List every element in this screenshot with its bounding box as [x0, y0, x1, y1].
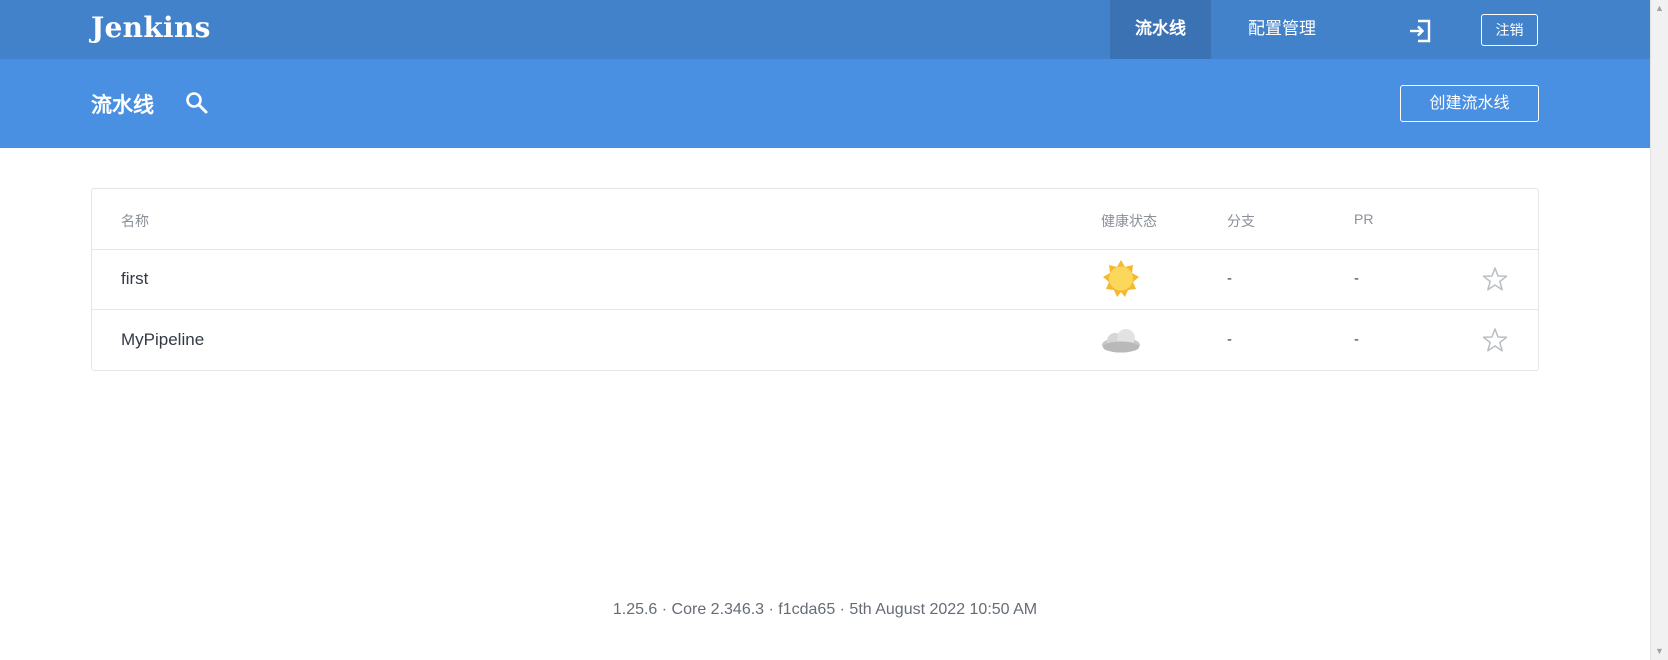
- pipeline-name[interactable]: MyPipeline: [121, 330, 204, 350]
- cloudy-weather-icon: [1102, 329, 1140, 353]
- column-header-branches[interactable]: 分支: [1227, 211, 1255, 231]
- table-row[interactable]: first - -: [92, 250, 1538, 310]
- column-header-name[interactable]: 名称: [121, 211, 149, 231]
- scroll-up-arrow-icon[interactable]: ▲: [1651, 0, 1668, 17]
- search-icon[interactable]: [184, 90, 210, 116]
- table-row[interactable]: MyPipeline - -: [92, 311, 1538, 371]
- login-arrow-icon[interactable]: [1407, 18, 1433, 44]
- branch-count: -: [1227, 270, 1232, 287]
- column-header-pr[interactable]: PR: [1354, 211, 1373, 227]
- star-outline-icon[interactable]: [1482, 266, 1508, 292]
- column-header-health[interactable]: 健康状态: [1101, 211, 1157, 231]
- pipelines-header: 流水线 创建流水线: [0, 59, 1650, 148]
- branch-count: -: [1227, 331, 1232, 348]
- sunny-weather-icon: [1103, 260, 1139, 297]
- scroll-down-arrow-icon[interactable]: ▼: [1651, 643, 1668, 660]
- pipelines-table: 名称 健康状态 分支 PR first - - MyPipeline - -: [91, 188, 1539, 371]
- table-header: 名称 健康状态 分支 PR: [92, 189, 1538, 250]
- top-nav-bar: Jenkins 流水线 配置管理 注销: [0, 0, 1650, 59]
- jenkins-blue-ocean-page: Jenkins 流水线 配置管理 注销 流水线 创建流水线 名称 健康状态 分支…: [0, 0, 1650, 660]
- nav-tab-pipelines[interactable]: 流水线: [1110, 0, 1211, 59]
- pr-count: -: [1354, 331, 1359, 348]
- nav-tab-administration[interactable]: 配置管理: [1222, 0, 1342, 59]
- pipeline-name[interactable]: first: [121, 269, 148, 289]
- pr-count: -: [1354, 270, 1359, 287]
- logout-button[interactable]: 注销: [1481, 14, 1538, 46]
- vertical-scrollbar[interactable]: ▲ ▼: [1650, 0, 1668, 660]
- star-outline-icon[interactable]: [1482, 327, 1508, 353]
- create-pipeline-button[interactable]: 创建流水线: [1400, 85, 1539, 122]
- version-footer: 1.25.6 · Core 2.346.3 · f1cda65 · 5th Au…: [612, 601, 1038, 618]
- page-title: 流水线: [91, 94, 154, 117]
- jenkins-logo[interactable]: Jenkins: [91, 11, 211, 44]
